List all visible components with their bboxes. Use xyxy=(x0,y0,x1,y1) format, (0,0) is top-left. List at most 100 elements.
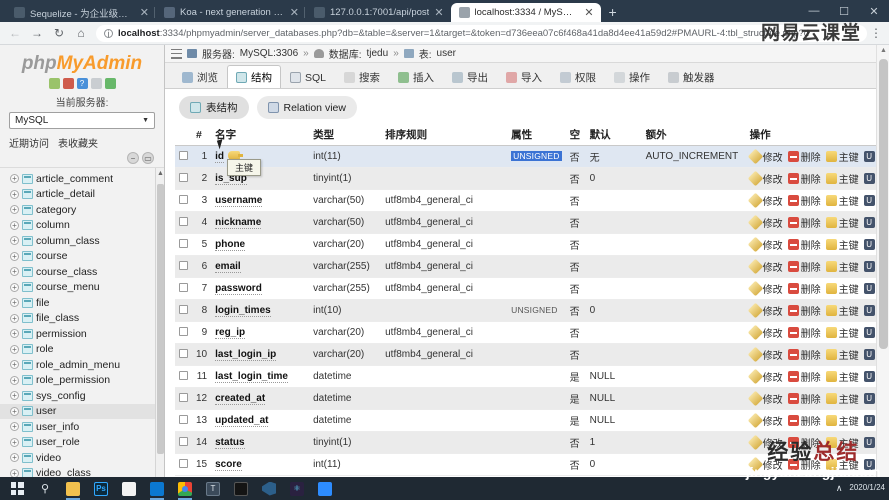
action-primary[interactable]: 主键 xyxy=(825,413,859,428)
column-name[interactable]: phone xyxy=(215,239,246,251)
action-edit[interactable]: 修改 xyxy=(747,258,783,275)
sidebar-table-course_menu[interactable]: + course_menu xyxy=(0,280,164,296)
windows-start-icon[interactable] xyxy=(4,477,30,500)
header-attributes[interactable]: 属性 xyxy=(507,125,566,146)
column-name[interactable]: email xyxy=(215,261,241,273)
subtab-table-structure[interactable]: 表结构 xyxy=(179,96,249,119)
row-checkbox[interactable] xyxy=(179,348,188,358)
row-checkbox-cell[interactable] xyxy=(175,321,192,344)
browser-tab-2[interactable]: 127.0.0.1:7001/api/post ✕ xyxy=(304,3,451,22)
action-drop[interactable]: 删除 xyxy=(787,259,821,274)
row-checkbox[interactable] xyxy=(179,458,188,468)
vscode-icon[interactable] xyxy=(256,477,282,500)
row-checkbox[interactable] xyxy=(179,238,188,248)
sidebar-scrollbar-thumb[interactable] xyxy=(157,184,164,454)
table-row[interactable]: 2is_suptinyint(1)否0修改删除主键U唯一索引S空间▼更多 xyxy=(175,167,889,190)
zoom-icon[interactable] xyxy=(312,477,338,500)
table-row[interactable]: 14statustinyint(1)否1修改删除主键U唯一索引S空间▼更多 xyxy=(175,431,889,454)
expand-icon[interactable]: + xyxy=(10,174,19,184)
sidebar-table-category[interactable]: + category xyxy=(0,202,164,218)
row-checkbox-cell[interactable] xyxy=(175,409,192,432)
action-primary[interactable]: 主键 xyxy=(825,259,859,274)
home-icon[interactable]: ⌂ xyxy=(70,26,92,40)
sidebar-table-sys_config[interactable]: + sys_config xyxy=(0,388,164,404)
tab-close-icon[interactable]: ✕ xyxy=(584,6,593,19)
sidebar-table-course[interactable]: + course xyxy=(0,249,164,265)
row-checkbox-cell[interactable] xyxy=(175,387,192,410)
browser-tab-0[interactable]: Sequelize - 为企业级框架和应用程 ✕ xyxy=(6,3,156,22)
microsoft-store-icon[interactable] xyxy=(116,477,142,500)
row-checkbox-cell[interactable] xyxy=(175,453,192,476)
table-row[interactable]: 11last_login_timedatetime是NULL修改删除主键U唯一索… xyxy=(175,365,889,388)
chrome-icon[interactable] xyxy=(172,477,198,500)
minimize-button[interactable]: — xyxy=(799,5,829,17)
expand-icon[interactable]: + xyxy=(10,344,19,354)
action-drop[interactable]: 删除 xyxy=(787,281,821,296)
action-drop[interactable]: 删除 xyxy=(787,391,821,406)
sidebar-table-file[interactable]: + file xyxy=(0,295,164,311)
action-drop[interactable]: 删除 xyxy=(787,457,821,472)
row-checkbox[interactable] xyxy=(179,370,188,380)
tab-close-icon[interactable]: ✕ xyxy=(434,6,443,19)
table-row[interactable]: 3 username varchar(50) utf8mb4_general_ci 否 修… xyxy=(175,189,889,212)
sidebar-table-role_admin_menu[interactable]: + role_admin_menu xyxy=(0,357,164,373)
row-checkbox-cell[interactable] xyxy=(175,299,192,322)
action-drop[interactable]: 删除 xyxy=(787,171,821,186)
scroll-up-icon[interactable]: ▲ xyxy=(157,170,164,177)
row-checkbox-cell[interactable] xyxy=(175,167,192,190)
action-primary[interactable]: 主键 xyxy=(825,369,859,384)
row-checkbox[interactable] xyxy=(179,194,188,204)
server-select[interactable]: MySQL ▼ xyxy=(9,112,155,129)
row-checkbox-cell[interactable] xyxy=(175,189,192,212)
action-edit[interactable]: 修改 xyxy=(747,302,783,319)
help-icon[interactable]: ? xyxy=(76,78,88,89)
action-edit[interactable]: 修改 xyxy=(747,368,783,385)
action-drop[interactable]: 删除 xyxy=(787,347,821,362)
action-primary[interactable]: 主键 xyxy=(825,237,859,252)
sidebar-table-column_class[interactable]: + column_class xyxy=(0,233,164,249)
table-row[interactable]: 4 nickname varchar(50) utf8mb4_general_ci 否 修… xyxy=(175,211,889,234)
action-primary[interactable]: 主键 xyxy=(825,281,859,296)
column-name[interactable]: last_login_ip xyxy=(215,349,277,361)
subtab-relation-view[interactable]: Relation view xyxy=(256,96,357,119)
browser-tab-3-active[interactable]: localhost:3334 / MySQL / tjedu / ✕ xyxy=(450,3,601,22)
expand-icon[interactable]: + xyxy=(10,406,19,416)
row-checkbox-cell[interactable] xyxy=(175,431,192,454)
row-checkbox-cell[interactable] xyxy=(175,145,192,168)
row-checkbox[interactable] xyxy=(179,414,188,424)
site-info-icon[interactable]: i xyxy=(104,28,113,38)
column-name[interactable]: score xyxy=(215,459,242,471)
table-row[interactable]: 8login_timesint(10)UNSIGNED否0修改删除主键U唯一索引… xyxy=(175,299,889,322)
expand-icon[interactable]: + xyxy=(10,220,19,230)
column-name[interactable]: updated_at xyxy=(215,415,269,427)
row-checkbox-cell[interactable] xyxy=(175,343,192,366)
header-null[interactable]: 空 xyxy=(565,125,586,146)
action-primary[interactable]: 主键 xyxy=(825,149,859,164)
tab-sql[interactable]: SQL xyxy=(281,66,335,88)
action-edit[interactable]: 修改 xyxy=(747,346,783,363)
sidebar-table-user_info[interactable]: + user_info xyxy=(0,419,164,435)
expand-icon[interactable]: + xyxy=(10,360,19,370)
action-edit[interactable]: 修改 xyxy=(747,214,783,231)
action-drop[interactable]: 删除 xyxy=(787,435,821,450)
action-edit[interactable]: 修改 xyxy=(747,148,783,165)
expand-icon[interactable]: + xyxy=(10,189,19,199)
action-edit[interactable]: 修改 xyxy=(747,456,783,473)
expand-icon[interactable]: + xyxy=(10,236,19,246)
expand-icon[interactable]: + xyxy=(10,282,19,292)
sidebar-table-role[interactable]: + role xyxy=(0,342,164,358)
sidebar-table-user_role[interactable]: + user_role xyxy=(0,435,164,451)
action-drop[interactable]: 删除 xyxy=(787,237,821,252)
column-name[interactable]: id xyxy=(215,151,225,163)
action-edit[interactable]: 修改 xyxy=(747,192,783,209)
action-drop[interactable]: 删除 xyxy=(787,215,821,230)
column-name[interactable]: password xyxy=(215,283,262,295)
expand-icon[interactable]: + xyxy=(10,453,19,463)
sidebar-table-file_class[interactable]: + file_class xyxy=(0,311,164,327)
tab-insert[interactable]: 插入 xyxy=(389,66,443,88)
action-primary[interactable]: 主键 xyxy=(825,171,859,186)
row-checkbox[interactable] xyxy=(179,260,188,270)
action-primary[interactable]: 主键 xyxy=(825,325,859,340)
sidebar-table-course_class[interactable]: + course_class xyxy=(0,264,164,280)
favorites-link[interactable]: 表收藏夹 xyxy=(58,135,98,150)
